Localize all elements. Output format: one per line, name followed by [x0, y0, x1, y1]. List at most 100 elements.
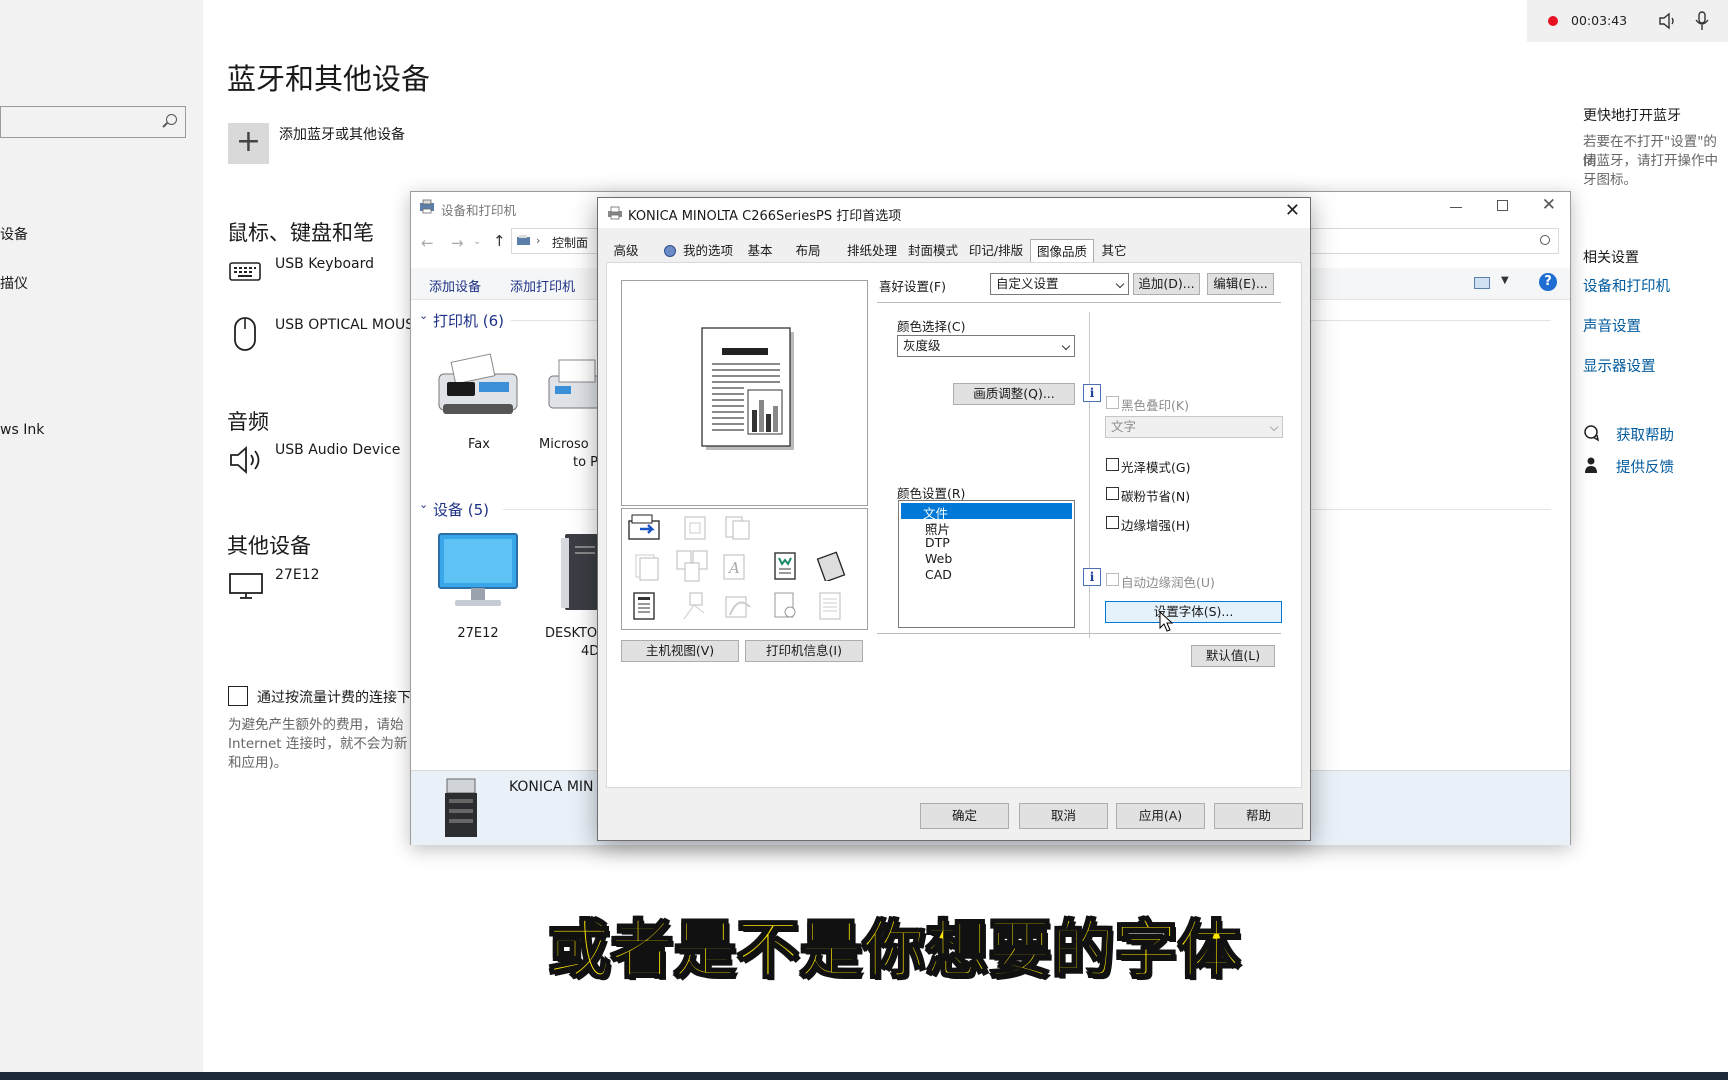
selected-printer-name: KONICA MIN	[509, 779, 594, 795]
maximize-icon[interactable]	[1497, 200, 1508, 211]
black-overprint-checkbox[interactable]	[1106, 396, 1119, 409]
nav-item-devices[interactable]: 设备	[0, 224, 28, 244]
default-button[interactable]: 默认值(L)	[1191, 645, 1275, 667]
recent-dropdown-icon[interactable]: ⌄	[473, 236, 481, 247]
gloss-mode-checkbox[interactable]	[1106, 458, 1119, 471]
volume-icon[interactable]	[1658, 12, 1678, 30]
group-printers[interactable]: 打印机 (6)	[433, 310, 504, 331]
related-settings-title: 相关设置	[1583, 250, 1639, 266]
group-devices[interactable]: 设备 (5)	[433, 499, 489, 520]
list-item-document[interactable]: 文件	[901, 503, 1072, 521]
up-icon[interactable]: ↑	[493, 232, 506, 250]
chevron-down-icon	[1269, 422, 1279, 432]
stacked-pages-icon[interactable]	[634, 553, 660, 581]
main-view-button[interactable]: 主机视图(V)	[621, 640, 739, 662]
apply-button[interactable]: 应用(A)	[1116, 803, 1205, 829]
favorite-combo[interactable]: 自定义设置	[990, 273, 1129, 295]
tab-layout[interactable]: 布局	[791, 241, 825, 262]
list-item-dtp[interactable]: DTP	[925, 535, 950, 550]
info-icon[interactable]: i	[1083, 568, 1101, 586]
printer-info-button[interactable]: 打印机信息(I)	[745, 640, 863, 662]
dp-search-icon[interactable]	[1540, 235, 1550, 245]
edit-favorite-button[interactable]: 编辑(E)...	[1207, 273, 1274, 295]
staple-icon[interactable]	[722, 591, 754, 621]
tab-stamp-layout[interactable]: 印记/排版	[966, 241, 1026, 262]
dp-window-title: 设备和打印机	[441, 203, 517, 218]
ok-button[interactable]: 确定	[920, 803, 1009, 829]
view-options-icon[interactable]	[1474, 277, 1490, 289]
fax-printer-icon[interactable]	[433, 352, 523, 422]
add-printer-tool[interactable]: 添加打印机	[510, 276, 575, 295]
device-27e12[interactable]: 27E12	[275, 567, 319, 583]
nav-item-scanners[interactable]: 描仪	[0, 273, 28, 293]
booklet-icon[interactable]	[815, 551, 847, 581]
quality-adjust-button[interactable]: 画质调整(Q)...	[953, 383, 1075, 405]
add-device-button[interactable]: +	[228, 123, 269, 164]
forward-icon[interactable]: →	[451, 234, 464, 252]
collate-icon[interactable]	[675, 549, 711, 583]
tab-my-options[interactable]: 我的选项	[678, 241, 738, 262]
info-icon[interactable]: i	[1083, 384, 1101, 402]
stamp-icon[interactable]	[680, 591, 708, 621]
link-display-settings[interactable]: 显示器设置	[1583, 355, 1656, 376]
link-devices-printers[interactable]: 设备和打印机	[1583, 275, 1670, 296]
tab-image-quality[interactable]: 图像品质	[1030, 239, 1094, 263]
settings-search-input[interactable]	[0, 106, 186, 138]
tab-advanced[interactable]: 高级	[609, 241, 643, 262]
tab-basic[interactable]: 基本	[743, 241, 777, 262]
back-icon[interactable]: ←	[421, 234, 434, 252]
add-device-label[interactable]: 添加蓝牙或其他设备	[279, 124, 405, 144]
color-select-combo[interactable]: 灰度级	[897, 335, 1075, 357]
set-font-button[interactable]: 设置字体(S)...	[1105, 601, 1282, 623]
device-label-desktop: DESKTO	[545, 626, 598, 641]
view-dropdown-icon[interactable]: ▼	[1501, 275, 1509, 286]
add-device-tool[interactable]: 添加设备	[429, 276, 481, 295]
list-item-web[interactable]: Web	[925, 551, 952, 566]
link-sound-settings[interactable]: 声音设置	[1583, 315, 1641, 336]
list-item-cad[interactable]: CAD	[925, 567, 952, 582]
add-favorite-button[interactable]: 追加(D)...	[1133, 273, 1200, 295]
breadcrumb[interactable]: 控制面	[552, 234, 588, 251]
tab-finishing[interactable]: 排纸处理	[844, 241, 900, 262]
dialog-close-icon[interactable]: ✕	[1285, 200, 1300, 221]
tab-other[interactable]: 其它	[1097, 241, 1131, 262]
help-button[interactable]: 帮助	[1214, 803, 1303, 829]
text-combo[interactable]: 文字	[1105, 416, 1283, 438]
color-select-value: 灰度级	[903, 338, 941, 353]
monitor-device-icon[interactable]	[435, 530, 521, 614]
tab-cover-mode[interactable]: 封面模式	[905, 241, 961, 262]
printer-output-icon[interactable]	[628, 513, 664, 543]
device-usb-keyboard[interactable]: USB Keyboard	[275, 256, 374, 272]
collapse-printers-icon[interactable]: ⌄	[419, 309, 428, 322]
cancel-button[interactable]: 取消	[1019, 803, 1108, 829]
multi-page-icon[interactable]	[817, 591, 843, 621]
document-icon[interactable]	[632, 591, 656, 621]
minimize-icon[interactable]	[1450, 207, 1462, 208]
pdf-printer-icon[interactable]	[545, 352, 601, 422]
watermark-icon[interactable]	[773, 551, 797, 581]
edge-enhance-label: 边缘增强(H)	[1121, 518, 1191, 533]
section-title-input: 鼠标、键盘和笔	[227, 221, 374, 245]
help-icon[interactable]: ?	[1539, 273, 1557, 291]
auto-edge-label: 自动边缘润色(U)	[1121, 575, 1215, 590]
metered-desc-1: 为避免产生额外的费用，请始	[228, 717, 404, 733]
metered-desc-3: 和应用)。	[228, 755, 288, 771]
device-usb-mouse[interactable]: USB OPTICAL MOUSE	[275, 317, 423, 333]
copies-icon[interactable]	[724, 515, 752, 541]
secure-print-icon[interactable]	[773, 591, 799, 621]
nav-item-windows-ink[interactable]: ws Ink	[0, 422, 44, 438]
auto-edge-checkbox[interactable]	[1106, 573, 1119, 586]
page-fit-icon[interactable]	[682, 515, 708, 541]
device-usb-audio[interactable]: USB Audio Device	[275, 442, 400, 458]
collapse-devices-icon[interactable]: ⌄	[419, 498, 428, 511]
link-feedback[interactable]: 提供反馈	[1616, 456, 1674, 477]
toner-save-checkbox[interactable]	[1106, 487, 1119, 500]
text-overlay-icon[interactable]: A	[722, 553, 752, 581]
edge-enhance-checkbox[interactable]	[1106, 516, 1119, 529]
close-icon[interactable]: ✕	[1542, 195, 1556, 215]
microphone-icon[interactable]	[1694, 10, 1710, 32]
link-get-help[interactable]: 获取帮助	[1616, 424, 1674, 445]
metered-checkbox[interactable]	[228, 686, 248, 706]
print-preview-pane	[621, 280, 868, 506]
color-setting-listbox[interactable]: 文件 照片 DTP Web CAD	[898, 500, 1075, 628]
